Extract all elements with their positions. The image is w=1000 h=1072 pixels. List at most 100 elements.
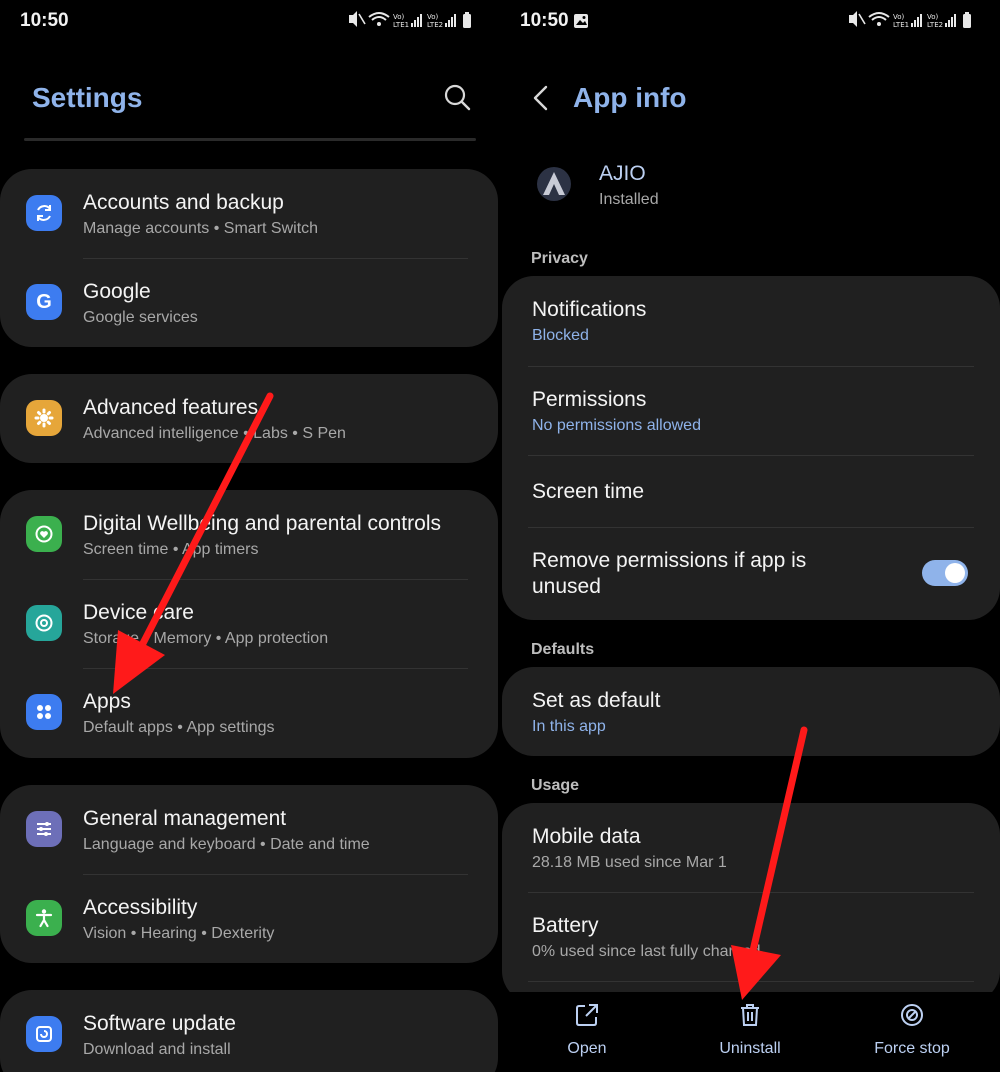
item-sub: Storage • Memory • App protection xyxy=(83,630,329,647)
divider xyxy=(528,981,974,982)
item-label: Advanced features xyxy=(83,396,259,419)
settings-item-google[interactable]: G Google Google services xyxy=(0,258,498,347)
apps-icon xyxy=(26,694,62,730)
svg-text:Vo): Vo) xyxy=(427,13,439,21)
svg-text:LTE2: LTE2 xyxy=(927,21,943,29)
row-sub: Blocked xyxy=(532,327,589,344)
settings-item-software-update[interactable]: Software update Download and install xyxy=(0,990,498,1072)
privacy-card: Notifications Blocked Permissions No per… xyxy=(502,276,1000,620)
settings-screen: 10:50 Vo) LTE1 Vo) LTE2 Settings Account… xyxy=(0,0,500,1072)
force-stop-button[interactable]: Force stop xyxy=(852,992,972,1072)
google-icon: G xyxy=(26,284,62,320)
open-external-icon xyxy=(527,1002,647,1032)
svg-text:LTE1: LTE1 xyxy=(393,21,409,29)
settings-item-accounts-and-backup[interactable]: Accounts and backup Manage accounts • Sm… xyxy=(0,169,498,258)
page-title: Settings xyxy=(32,82,143,113)
row-label: Mobile data xyxy=(532,825,641,848)
section-header-usage: Usage xyxy=(531,777,580,794)
row-set-as-default[interactable]: Set as default In this app xyxy=(502,667,1000,756)
row-sub: 28.18 MB used since Mar 1 xyxy=(532,854,727,871)
trash-icon xyxy=(690,1002,810,1032)
item-label: General management xyxy=(83,807,287,830)
sync-icon xyxy=(26,195,62,231)
ajio-app-icon xyxy=(537,167,571,201)
item-label: Software update xyxy=(83,1012,236,1035)
app-install-status: Installed xyxy=(599,191,659,208)
toggle-knob xyxy=(945,563,965,583)
item-sub: Advanced intelligence • Labs • S Pen xyxy=(83,425,346,442)
row-label: Notifications xyxy=(532,298,647,321)
row-notifications[interactable]: Notifications Blocked xyxy=(502,276,1000,366)
row-label-line2: unused xyxy=(532,575,601,598)
row-label: Set as default xyxy=(532,689,661,712)
row-label: Battery xyxy=(532,914,599,937)
item-label: Device care xyxy=(83,601,194,624)
row-battery[interactable]: Battery 0% used since last fully charged xyxy=(502,892,1000,981)
force-stop-label: Force stop xyxy=(874,1040,950,1057)
row-screen-time[interactable]: Screen time xyxy=(502,455,1000,527)
svg-text:Vo): Vo) xyxy=(893,13,905,21)
status-bar: 10:50 Vo) LTE1 Vo) LTE2 xyxy=(0,0,500,44)
section-header-privacy: Privacy xyxy=(531,250,588,267)
item-sub: Language and keyboard • Date and time xyxy=(83,836,370,853)
page-title: App info xyxy=(573,82,687,113)
advanced-features-icon xyxy=(26,400,62,436)
gallery-notification-icon xyxy=(574,14,588,28)
row-mobile-data[interactable]: Mobile data 28.18 MB used since Mar 1 xyxy=(502,803,1000,892)
device-care-icon xyxy=(26,605,62,641)
open-label: Open xyxy=(567,1040,607,1057)
row-sub: No permissions allowed xyxy=(532,417,701,434)
row-label-line1: Remove permissions if app is xyxy=(532,549,807,572)
settings-item-accessibility[interactable]: Accessibility Vision • Hearing • Dexteri… xyxy=(0,874,498,963)
item-sub: Google services xyxy=(83,309,198,326)
row-label: Screen time xyxy=(532,480,645,503)
general-management-icon xyxy=(26,811,62,847)
item-label: Digital Wellbeing and parental controls xyxy=(83,512,441,535)
settings-item-device-care[interactable]: Device care Storage • Memory • App prote… xyxy=(0,579,498,668)
status-icons: Vo) LTE1 Vo) LTE2 xyxy=(849,11,971,29)
item-sub: Default apps • App settings xyxy=(83,719,275,736)
accessibility-icon xyxy=(26,900,62,936)
svg-text:Vo): Vo) xyxy=(393,13,405,21)
status-time: 10:50 xyxy=(520,10,569,31)
svg-text:Vo): Vo) xyxy=(927,13,939,21)
settings-group-accounts: Accounts and backup Manage accounts • Sm… xyxy=(0,169,498,347)
remove-permissions-toggle[interactable] xyxy=(922,560,968,586)
row-sub: 0% used since last fully charged xyxy=(532,943,761,960)
digital-wellbeing-icon xyxy=(26,516,62,552)
uninstall-button[interactable]: Uninstall xyxy=(690,992,810,1072)
section-header-defaults: Defaults xyxy=(531,641,595,658)
item-label: Apps xyxy=(83,690,131,713)
row-sub: In this app xyxy=(532,718,606,735)
force-stop-icon xyxy=(852,1002,972,1032)
item-label: Accounts and backup xyxy=(83,191,284,214)
svg-text:LTE2: LTE2 xyxy=(427,21,443,29)
item-sub: Manage accounts • Smart Switch xyxy=(83,220,319,237)
row-permissions[interactable]: Permissions No permissions allowed xyxy=(502,366,1000,455)
svg-text:LTE1: LTE1 xyxy=(893,21,909,29)
search-icon[interactable] xyxy=(444,84,472,112)
scroll-edge-divider xyxy=(24,138,476,141)
item-sub: Vision • Hearing • Dexterity xyxy=(83,925,275,942)
settings-group-general: General management Language and keyboard… xyxy=(0,785,498,963)
settings-item-digital-wellbeing[interactable]: Digital Wellbeing and parental controls … xyxy=(0,490,498,579)
item-label: Google xyxy=(83,280,151,303)
usage-card: Mobile data 28.18 MB used since Mar 1 Ba… xyxy=(502,803,1000,1003)
defaults-card: Set as default In this app xyxy=(502,667,1000,756)
item-label: Accessibility xyxy=(83,896,198,919)
status-time: 10:50 xyxy=(20,10,69,31)
row-label: Permissions xyxy=(532,388,647,411)
app-name: AJIO xyxy=(599,162,646,185)
bottom-action-bar: Open Uninstall Force stop xyxy=(500,992,1000,1072)
item-sub: Screen time • App timers xyxy=(83,541,259,558)
settings-item-advanced-features[interactable]: Advanced features Advanced intelligence … xyxy=(0,374,498,463)
software-update-icon xyxy=(26,1016,62,1052)
settings-item-apps[interactable]: Apps Default apps • App settings xyxy=(0,668,498,757)
back-arrow-icon[interactable] xyxy=(530,84,552,112)
status-icons: Vo) LTE1 Vo) LTE2 xyxy=(349,11,471,29)
settings-item-general-management[interactable]: General management Language and keyboard… xyxy=(0,785,498,874)
row-remove-permissions[interactable]: Remove permissions if app is unused xyxy=(502,527,1000,620)
open-button[interactable]: Open xyxy=(527,992,647,1072)
settings-group-advanced: Advanced features Advanced intelligence … xyxy=(0,374,498,463)
settings-group-device: Digital Wellbeing and parental controls … xyxy=(0,490,498,758)
